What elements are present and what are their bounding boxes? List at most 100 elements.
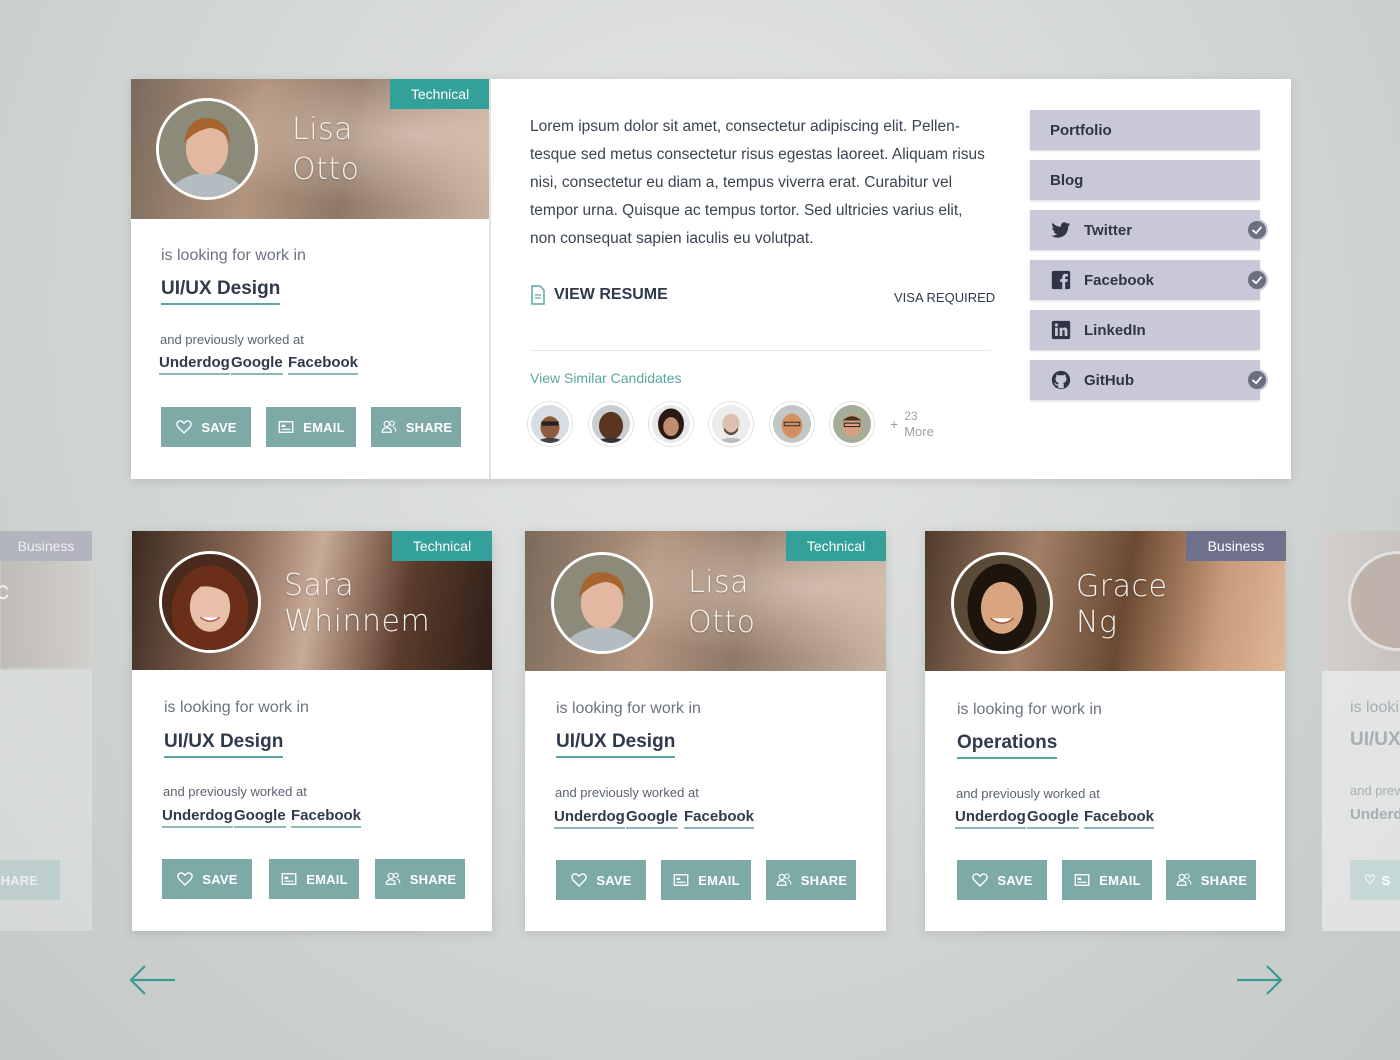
featured-share-button[interactable]: SHARE (371, 407, 461, 447)
candidate-company-1[interactable]: Underdog (955, 808, 1026, 829)
save-label: SAVE (202, 871, 238, 887)
arrow-right-icon[interactable] (1235, 963, 1283, 997)
visa-required-label: VISA REQUIRED (894, 290, 996, 305)
ghost-prev: and prev (1350, 783, 1400, 798)
twitter-label: Twitter (1084, 221, 1133, 239)
candidate-avatar (159, 551, 261, 653)
facebook-link-button[interactable]: Facebook (1030, 260, 1268, 300)
ghost-tag: Business (0, 531, 92, 561)
ghost-company: Underd (1350, 806, 1400, 823)
candidate-company-1[interactable]: Underdog (554, 808, 625, 829)
candidate-company-2[interactable]: Google (234, 807, 286, 828)
save-label: SAVE (201, 419, 237, 435)
ghost-card-right: is lookin UI/UX and prev Underd ♡S (1322, 531, 1400, 931)
email-button[interactable]: EMAIL (661, 860, 751, 900)
share-label: SHARE (409, 871, 457, 887)
candidate-company-3[interactable]: Facebook (291, 807, 362, 828)
similar-candidate-avatar[interactable] (649, 402, 693, 446)
similar-candidate-avatar[interactable] (830, 402, 874, 446)
more-candidates[interactable]: + 23 More (890, 408, 934, 440)
facebook-icon (1051, 270, 1071, 290)
save-button[interactable]: SAVE (957, 860, 1047, 900)
candidate-field[interactable]: UI/UX Design (164, 731, 284, 758)
bio-divider (530, 350, 991, 351)
twitter-link-button[interactable]: Twitter (1030, 210, 1268, 250)
save-label: SAVE (997, 872, 1033, 888)
featured-company-1[interactable]: Underdog (159, 354, 230, 375)
plus-icon: + (890, 416, 899, 432)
featured-looking-label: is looking for work in (161, 247, 306, 264)
github-link-button[interactable]: GitHub (1030, 360, 1268, 400)
featured-field[interactable]: UI/UX Design (161, 278, 281, 305)
featured-last-name: Otto (292, 152, 360, 187)
ghost-btn[interactable]: ♡ S (1350, 860, 1400, 900)
blog-link-button[interactable]: Blog (1030, 160, 1260, 200)
featured-first-name: Lisa (292, 112, 354, 147)
candidate-company-3[interactable]: Facebook (684, 808, 755, 829)
candidate-company-2[interactable]: Google (1027, 808, 1079, 829)
view-similar-link[interactable]: View Similar Candidates (530, 370, 681, 386)
arrow-left-icon[interactable] (129, 963, 177, 997)
email-button[interactable]: EMAIL (1062, 860, 1152, 900)
email-label: EMAIL (1099, 872, 1141, 888)
portfolio-label: Portfolio (1050, 121, 1112, 139)
candidate-first-name: Lisa (688, 565, 750, 600)
featured-tag: Technical (390, 79, 490, 109)
featured-company-3[interactable]: Facebook (288, 354, 359, 375)
document-icon (531, 285, 545, 305)
email-button[interactable]: EMAIL (269, 859, 359, 899)
share-icon (381, 420, 397, 433)
check-icon (1246, 219, 1268, 241)
featured-save-button[interactable]: SAVE (161, 407, 251, 447)
featured-avatar (156, 98, 258, 200)
save-button[interactable]: SAVE (556, 860, 646, 900)
candidate-prev-label: and previously worked at (163, 784, 307, 799)
email-icon (281, 873, 297, 885)
similar-candidate-avatar[interactable] (528, 402, 572, 446)
heart-icon (972, 873, 989, 887)
email-label: EMAIL (698, 872, 740, 888)
featured-company-2[interactable]: Google (231, 354, 283, 375)
candidate-company-1[interactable]: Underdog (162, 807, 233, 828)
share-icon (385, 872, 401, 885)
candidate-company-3[interactable]: Facebook (1084, 808, 1155, 829)
ghost-share-button[interactable]: SHARE (0, 860, 60, 900)
blog-label: Blog (1050, 171, 1084, 189)
candidate-field[interactable]: Operations (957, 732, 1058, 759)
share-label: SHARE (800, 872, 848, 888)
candidate-looking-label: is looking for work in (164, 699, 309, 716)
candidate-looking-label: is looking for work in (556, 700, 701, 717)
candidate-last-name: Whinnem (284, 604, 431, 639)
check-icon (1246, 369, 1268, 391)
featured-email-button[interactable]: EMAIL (266, 407, 356, 447)
github-icon (1051, 370, 1071, 390)
view-resume-link[interactable]: VIEW RESUME (530, 285, 668, 305)
candidate-company-2[interactable]: Google (626, 808, 678, 829)
share-icon (1176, 873, 1192, 886)
featured-bio: Lorem ipsum dolor sit amet, consectetur … (530, 118, 985, 247)
ghost-share-label: SHARE (0, 872, 39, 888)
email-label: EMAIL (306, 871, 348, 887)
email-icon (673, 874, 689, 886)
candidate-first-name: Sara (284, 568, 355, 603)
linkedin-link-button[interactable]: LinkedIn (1030, 310, 1260, 350)
candidate-field[interactable]: UI/UX Design (556, 731, 676, 758)
candidate-last-name: Otto (688, 605, 756, 640)
save-label: SAVE (596, 872, 632, 888)
featured-prev-label: and previously worked at (160, 332, 304, 347)
save-button[interactable]: SAVE (162, 859, 252, 899)
share-button[interactable]: SHARE (1166, 860, 1256, 900)
similar-candidate-avatar[interactable] (770, 402, 814, 446)
linkedin-icon (1051, 320, 1071, 340)
share-button[interactable]: SHARE (375, 859, 465, 899)
featured-divider-vertical (489, 79, 491, 479)
share-button[interactable]: SHARE (766, 860, 856, 900)
candidate-avatar (551, 552, 653, 654)
portfolio-link-button[interactable]: Portfolio (1030, 110, 1260, 150)
facebook-label: Facebook (1084, 271, 1155, 289)
email-icon (1074, 874, 1090, 886)
similar-candidate-avatar[interactable] (589, 402, 633, 446)
share-label: SHARE (405, 419, 453, 435)
candidate-avatar (951, 552, 1053, 654)
similar-candidate-avatar[interactable] (709, 402, 753, 446)
